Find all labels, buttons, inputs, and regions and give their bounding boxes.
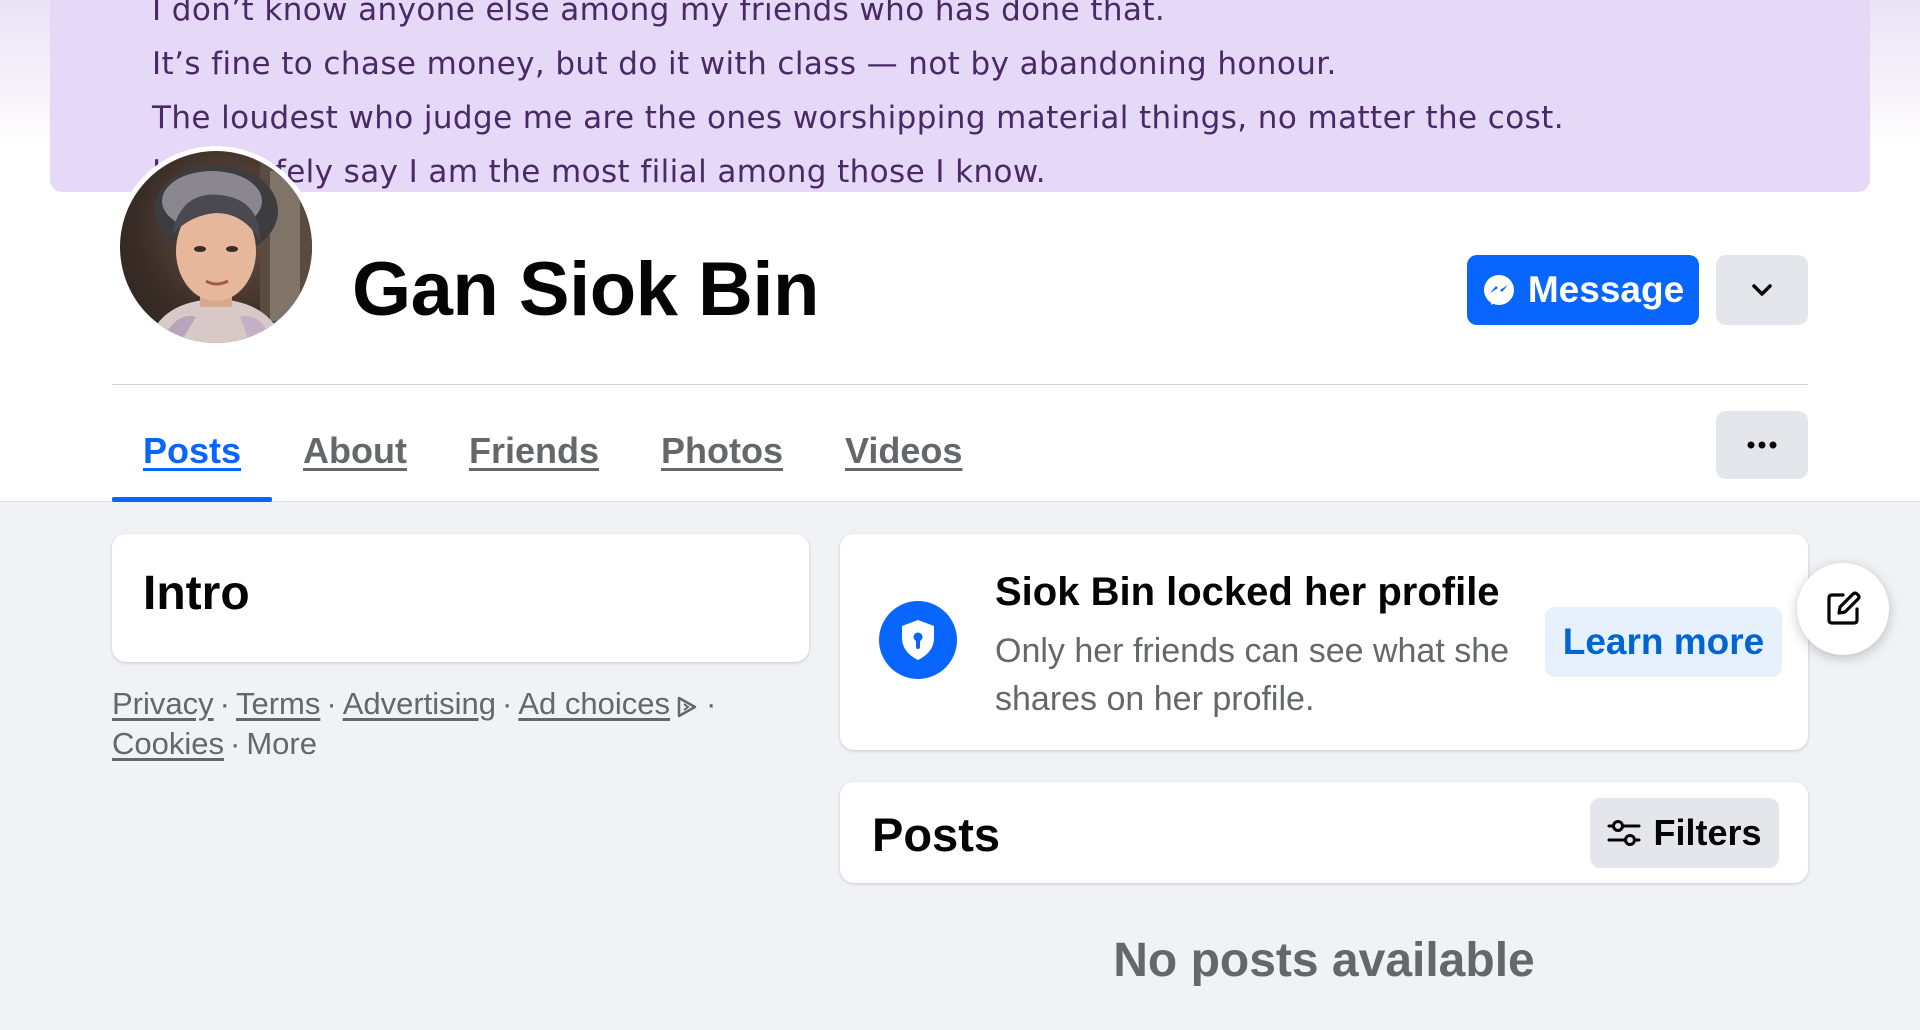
filters-icon bbox=[1607, 820, 1641, 846]
footer-link-ad-choices[interactable]: Ad choices bbox=[518, 686, 700, 721]
footer-more[interactable]: More bbox=[246, 726, 317, 761]
posts-header-card: Posts Filters bbox=[840, 782, 1808, 883]
avatar-portrait-icon bbox=[148, 151, 312, 343]
footer-separator: · bbox=[502, 686, 513, 721]
ad-choices-icon bbox=[677, 696, 697, 718]
tabs-more-button[interactable] bbox=[1716, 411, 1808, 479]
intro-card: Intro bbox=[112, 534, 809, 662]
cover-photo[interactable]: I don’t know anyone else among my friend… bbox=[50, 0, 1870, 192]
footer-links: Privacy · Terms · Advertising · Ad choices · Coo… bbox=[112, 684, 752, 764]
cover-line: I don’t know anyone else among my friend… bbox=[152, 0, 1166, 28]
compose-button[interactable] bbox=[1797, 563, 1889, 655]
footer-link-terms[interactable]: Terms bbox=[236, 686, 320, 721]
intro-title: Intro bbox=[143, 567, 250, 620]
chevron-down-icon bbox=[1752, 284, 1772, 296]
profile-tabs: Posts About Friends Photos Videos bbox=[112, 400, 993, 502]
locked-profile-title: Siok Bin locked her profile bbox=[995, 570, 1500, 614]
cover-text: I don’t know anyone else among my friend… bbox=[152, 0, 1564, 192]
profile-name: Gan Siok Bin bbox=[352, 247, 819, 332]
no-posts-message: No posts available bbox=[1113, 934, 1535, 987]
edit-icon bbox=[1827, 591, 1861, 625]
message-button[interactable]: Message bbox=[1467, 255, 1699, 325]
filters-button[interactable]: Filters bbox=[1590, 798, 1779, 868]
footer-separator: · bbox=[219, 686, 230, 721]
tab-photos[interactable]: Photos bbox=[630, 400, 814, 502]
cover-line: It’s fine to chase money, but do it with… bbox=[152, 46, 1337, 82]
cover-line: I can safely say I am the most filial am… bbox=[152, 154, 1047, 190]
ad-choices-label: Ad choices bbox=[518, 686, 671, 721]
profile-header: I don’t know anyone else among my friend… bbox=[0, 0, 1920, 502]
more-dots-icon bbox=[1747, 441, 1777, 449]
message-button-label: Message bbox=[1527, 269, 1685, 310]
avatar-photo bbox=[120, 151, 312, 343]
avatar[interactable] bbox=[115, 146, 317, 348]
learn-more-button[interactable]: Learn more bbox=[1545, 607, 1782, 677]
profile-more-button[interactable] bbox=[1716, 255, 1808, 325]
footer-link-advertising[interactable]: Advertising bbox=[343, 686, 496, 721]
tab-videos[interactable]: Videos bbox=[814, 400, 993, 502]
filters-label: Filters bbox=[1653, 812, 1762, 853]
footer-link-privacy[interactable]: Privacy bbox=[112, 686, 214, 721]
locked-profile-description: Only her friends can see what she shares… bbox=[995, 632, 1510, 718]
tab-friends[interactable]: Friends bbox=[438, 400, 630, 502]
cover-line: The loudest who judge me are the ones wo… bbox=[152, 100, 1564, 136]
footer-separator: · bbox=[326, 686, 337, 721]
footer-link-cookies[interactable]: Cookies bbox=[112, 726, 224, 761]
shield-lock-icon bbox=[879, 601, 957, 679]
footer-separator: · bbox=[230, 726, 241, 761]
locked-profile-card: Siok Bin locked her profile Only her fri… bbox=[840, 534, 1808, 750]
posts-title: Posts bbox=[872, 808, 1000, 861]
tab-posts[interactable]: Posts bbox=[112, 400, 273, 502]
footer-separator: · bbox=[706, 686, 717, 721]
messenger-icon bbox=[1483, 275, 1514, 305]
header-divider bbox=[112, 384, 1808, 385]
tab-about[interactable]: About bbox=[272, 400, 438, 502]
